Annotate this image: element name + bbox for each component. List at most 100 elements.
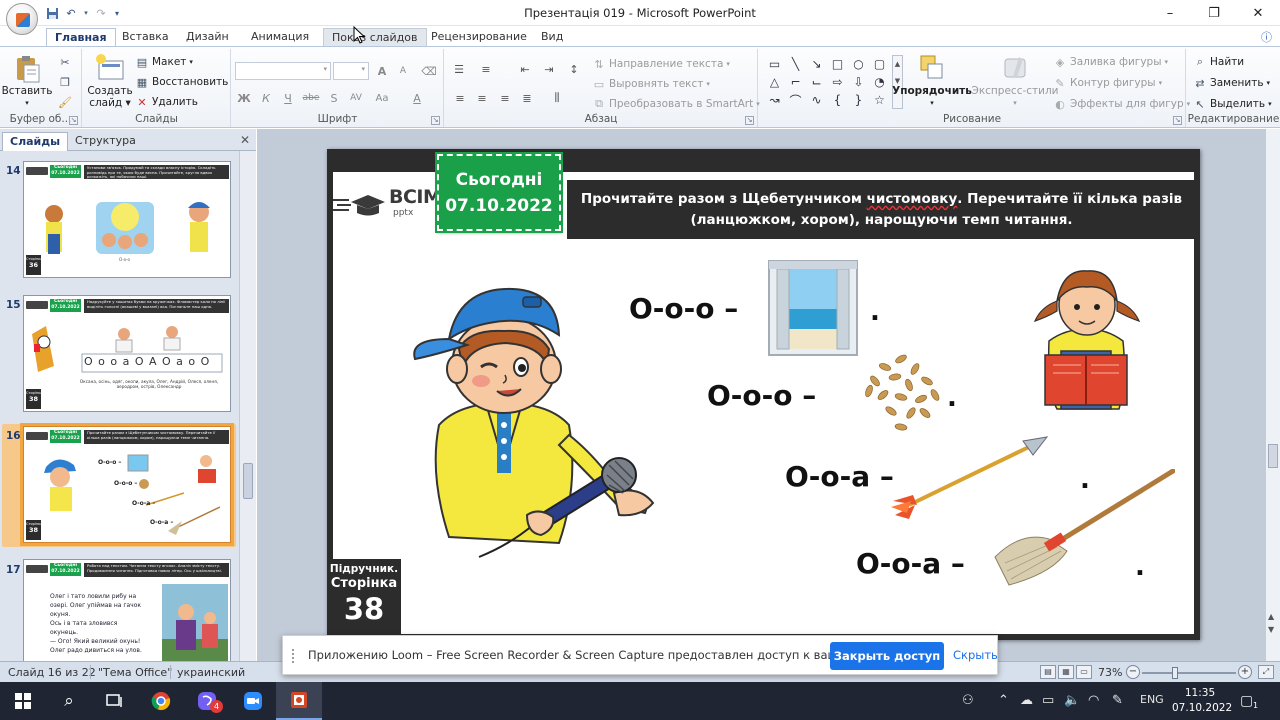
font-color-button[interactable]: A <box>407 89 427 107</box>
columns-icon[interactable]: ⫼ <box>546 89 568 107</box>
reset-button[interactable]: ▦ Восстановить <box>135 73 229 91</box>
shape-outline-button[interactable]: ✎ Контур фигуры ▾ <box>1053 74 1162 92</box>
curve-shape-icon[interactable]: ↝ <box>769 93 779 107</box>
select-button[interactable]: ↖ Выделить ▾ <box>1193 95 1271 113</box>
task-view-icon[interactable] <box>92 682 138 720</box>
align-left-icon[interactable]: ≡ <box>449 89 471 107</box>
numbering-icon[interactable]: ≡ <box>475 60 497 78</box>
maximize-button[interactable]: ❐ <box>1192 0 1236 26</box>
zoom-out-icon[interactable]: − <box>1126 665 1140 679</box>
copy-icon[interactable]: ❐ <box>58 75 72 89</box>
zoom-app-icon[interactable] <box>230 682 276 720</box>
tab-slideshow[interactable]: Показ слайдов <box>323 28 427 46</box>
fit-slide-icon[interactable]: ⤢ <box>1258 665 1274 679</box>
bold-button[interactable]: Ж <box>234 89 254 107</box>
format-painter-icon[interactable]: 🖌 <box>58 95 72 109</box>
align-right-icon[interactable]: ≡ <box>494 89 516 107</box>
align-text-button[interactable]: ▭ Выровнять текст ▾ <box>592 75 710 93</box>
tab-slides[interactable]: Слайды <box>2 132 69 151</box>
arrow-line-shape-icon[interactable]: ↘ <box>811 57 821 71</box>
strike-button[interactable]: abe <box>301 89 321 107</box>
paragraph-launcher-icon[interactable]: ↘ <box>745 116 754 125</box>
search-icon[interactable]: ⌕ <box>46 682 92 720</box>
font-size-select[interactable]: ▾ <box>333 62 369 80</box>
language-indicator[interactable]: украинский <box>177 666 245 679</box>
network-icon[interactable]: ◠ <box>1088 693 1099 708</box>
rounded-rect-shape-icon[interactable]: ▢ <box>874 57 885 71</box>
find-button[interactable]: ⌕ Найти <box>1193 53 1244 71</box>
shapes-gallery[interactable]: ▭ ╲ ↘ □ ○ ▢ △ ⌐ ⌙ ⇨ ⇩ ◔ ↝ ⌒ ∿ {} ☆ <box>765 55 890 109</box>
font-name-select[interactable]: ▾ <box>235 62 331 80</box>
shadow-button[interactable]: S <box>324 89 344 107</box>
paste-button[interactable]: Вставить ▾ <box>2 53 52 109</box>
increase-indent-icon[interactable]: ⇥ <box>538 60 560 78</box>
pie-shape-icon[interactable]: ◔ <box>874 75 884 89</box>
slide-thumbnail-15[interactable]: Сьогодні 07.10.2022 Надрукуйте у зошитах … <box>23 295 231 412</box>
chrome-icon[interactable] <box>138 682 184 720</box>
normal-view-icon[interactable]: ▤ <box>1040 665 1056 679</box>
stop-sharing-button[interactable]: Закрыть доступ <box>830 642 944 670</box>
show-hidden-icons[interactable]: ⌃ <box>998 693 1009 708</box>
sorter-view-icon[interactable]: ▦ <box>1058 665 1074 679</box>
taskbar-clock[interactable]: 11:35 07.10.2022 <box>1172 686 1232 716</box>
clear-format-icon[interactable]: ⌫ <box>419 62 439 80</box>
down-arrow-shape-icon[interactable]: ⇩ <box>853 75 863 89</box>
current-slide[interactable]: ВСІМ pptx Сьогодні 07.10.2022 Прочитайте… <box>327 149 1200 640</box>
input-language[interactable]: ENG <box>1140 693 1164 706</box>
close-button[interactable]: ✕ <box>1236 0 1280 26</box>
tab-design[interactable]: Дизайн <box>178 28 237 46</box>
underline-button[interactable]: Ч <box>278 89 298 107</box>
justify-icon[interactable]: ≣ <box>516 89 538 107</box>
shrink-font-button[interactable]: A <box>393 62 413 80</box>
star-shape-icon[interactable]: ☆ <box>874 93 885 107</box>
oval-shape-icon[interactable]: ○ <box>853 57 863 71</box>
windows-start-icon[interactable] <box>0 682 46 720</box>
freeform-shape-icon[interactable]: ∿ <box>811 93 821 107</box>
textbox-shape-icon[interactable]: ▭ <box>769 57 780 71</box>
new-slide-button[interactable]: Создать слайд ▾ <box>87 53 133 109</box>
layout-button[interactable]: ▤ Макет ▾ <box>135 53 193 71</box>
smartart-button[interactable]: ⧉ Преобразовать в SmartArt ▾ <box>592 95 760 113</box>
clipboard-launcher-icon[interactable]: ↘ <box>69 116 78 125</box>
powerpoint-icon[interactable] <box>276 682 322 720</box>
font-launcher-icon[interactable]: ↘ <box>431 116 440 125</box>
zoom-level[interactable]: 73% <box>1098 666 1122 679</box>
close-icon[interactable]: ✕ <box>240 133 250 147</box>
help-icon[interactable]: ⓘ <box>1261 29 1272 45</box>
change-case-button[interactable]: Aa <box>372 89 392 107</box>
minimize-button[interactable]: – <box>1148 0 1192 26</box>
next-slide-icon[interactable]: ▼ <box>1268 625 1274 634</box>
right-arrow-shape-icon[interactable]: ⇨ <box>832 75 842 89</box>
line-spacing-icon[interactable]: ↕ <box>563 60 585 78</box>
slide-vertical-scrollbar[interactable]: ▲ ▼ <box>1265 129 1280 661</box>
thumbnail-scrollbar[interactable] <box>239 151 256 661</box>
shape-fill-button[interactable]: ◈ Заливка фигуры ▾ <box>1053 53 1168 71</box>
pen-icon[interactable]: ✎ <box>1112 693 1123 708</box>
slideshow-view-icon[interactable]: ▭ <box>1076 665 1092 679</box>
decrease-indent-icon[interactable]: ⇤ <box>514 60 536 78</box>
tab-view[interactable]: Вид <box>533 28 571 46</box>
replace-button[interactable]: ⇄ Заменить ▾ <box>1193 74 1270 92</box>
elbow-shape-icon[interactable]: ⌐ <box>790 75 800 89</box>
onedrive-icon[interactable]: ☁ <box>1020 693 1033 708</box>
align-center-icon[interactable]: ≡ <box>471 89 493 107</box>
arrange-button[interactable]: Упорядочить ▾ <box>892 53 972 109</box>
tab-home[interactable]: Главная <box>46 28 116 46</box>
line-shape-icon[interactable]: ╲ <box>792 57 799 71</box>
slide-thumbnail-16[interactable]: Сьогодні 07.10.2022 Прочитайте разом з Ще… <box>20 423 234 546</box>
text-direction-button[interactable]: ⇅ Направление текста ▾ <box>592 55 730 73</box>
slide-thumbnail-17[interactable]: Сьогодні 07.10.2022 Робота над текстом. Ч… <box>23 559 231 676</box>
prev-slide-icon[interactable]: ▲ <box>1268 612 1274 621</box>
drag-handle-icon[interactable] <box>292 649 298 663</box>
brace-left-shape-icon[interactable]: { <box>834 93 842 107</box>
viber-icon[interactable]: 4 <box>184 682 230 720</box>
arc-shape-icon[interactable]: ⌒ <box>789 92 801 109</box>
notification-center-icon[interactable]: ▢ <box>1240 693 1253 709</box>
shape-effects-button[interactable]: ◐ Эффекты для фигур ▾ <box>1053 95 1190 113</box>
elbow-arrow-shape-icon[interactable]: ⌙ <box>811 75 821 89</box>
brace-right-shape-icon[interactable]: } <box>855 93 863 107</box>
triangle-shape-icon[interactable]: △ <box>770 75 779 89</box>
zoom-in-icon[interactable]: + <box>1238 665 1252 679</box>
tab-insert[interactable]: Вставка <box>114 28 177 46</box>
tab-review[interactable]: Рецензирование <box>423 28 535 46</box>
